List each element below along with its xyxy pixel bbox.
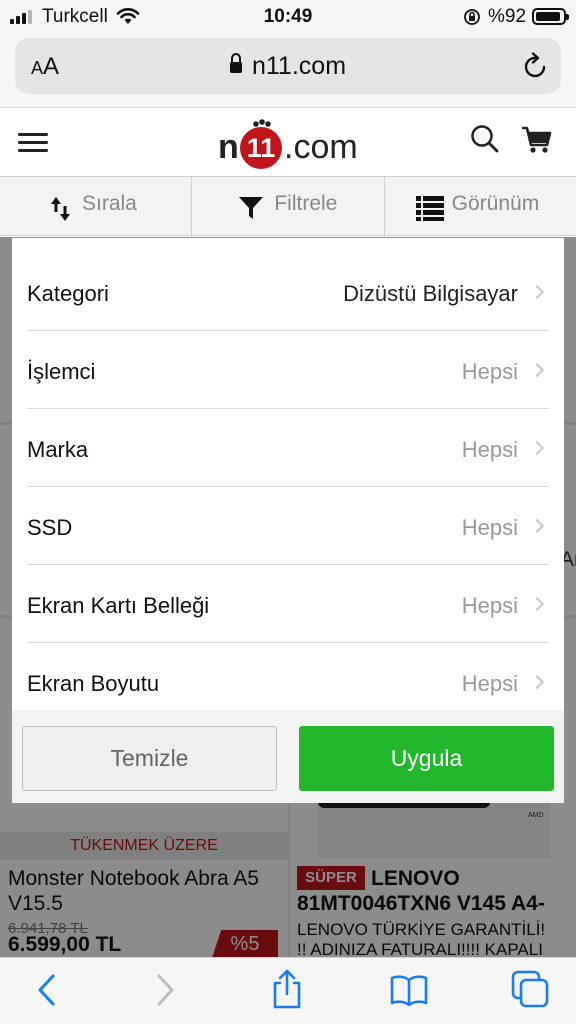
list-view-icon <box>415 196 444 221</box>
chevron-right-icon <box>529 674 545 690</box>
filter-modal: Kategori Dizüstü Bilgisayar İşlemci Heps… <box>12 238 564 803</box>
browser-address-area: AA n11.com <box>0 34 576 108</box>
filter-button[interactable]: Filtrele <box>192 177 385 235</box>
battery-icon <box>532 8 569 25</box>
filter-icon <box>239 197 264 219</box>
filter-row-gpu-memory[interactable]: Ekran Kartı Belleği Hepsi <box>27 565 549 643</box>
clear-button[interactable]: Temizle <box>22 726 277 791</box>
browser-toolbar <box>0 957 576 1024</box>
share-icon[interactable] <box>271 969 303 1009</box>
url-text: n11.com <box>251 52 347 80</box>
chevron-right-icon <box>529 362 545 378</box>
reload-icon[interactable] <box>523 52 549 80</box>
cart-icon[interactable] <box>521 126 553 154</box>
chevron-right-icon <box>529 518 545 534</box>
orientation-lock-icon <box>464 9 480 25</box>
sort-button[interactable]: Sırala <box>0 177 193 235</box>
tabs-icon[interactable] <box>511 970 549 1008</box>
sort-icon <box>51 197 70 221</box>
bookmarks-icon[interactable] <box>390 974 428 1006</box>
battery-percent: %92 <box>488 6 527 27</box>
filter-row-category[interactable]: Kategori Dizüstü Bilgisayar <box>27 253 549 331</box>
apply-button[interactable]: Uygula <box>299 726 554 791</box>
chevron-right-icon <box>529 284 545 300</box>
menu-icon[interactable] <box>18 133 48 153</box>
url-display[interactable]: n11.com <box>15 52 561 81</box>
address-bar[interactable]: AA n11.com <box>15 38 561 94</box>
forward-icon[interactable] <box>152 972 178 1008</box>
listing-toolbar: Sırala Filtrele Görünüm <box>0 176 576 236</box>
filter-row-processor[interactable]: İşlemci Hepsi <box>27 331 549 409</box>
filter-row-ssd[interactable]: SSD Hepsi <box>27 487 549 565</box>
filter-row-brand[interactable]: Marka Hepsi <box>27 409 549 487</box>
status-bar: Turkcell 10:49 %92 <box>0 0 576 34</box>
view-button[interactable]: Görünüm <box>385 177 576 235</box>
lock-icon <box>229 53 242 73</box>
search-icon[interactable] <box>470 124 500 154</box>
back-icon[interactable] <box>34 972 60 1008</box>
chevron-right-icon <box>529 596 545 612</box>
chevron-right-icon <box>529 440 545 456</box>
modal-footer: Temizle Uygula <box>12 710 564 803</box>
